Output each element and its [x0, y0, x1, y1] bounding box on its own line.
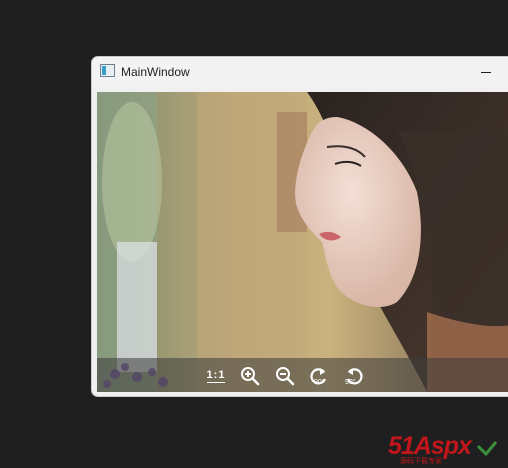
zoom-out-icon — [276, 367, 295, 386]
image-viewer[interactable]: 1:1 90° 90° — [97, 92, 508, 392]
main-window: MainWindow 1:1 90° 90° — [91, 56, 508, 397]
title-bar[interactable]: MainWindow — [92, 57, 508, 88]
viewer-toolbar: 1:1 90° 90° — [97, 358, 508, 392]
zoom-out-button[interactable] — [273, 365, 297, 387]
rotate-left-button[interactable]: 90° — [342, 365, 366, 387]
brand-tagline: 源码下载专家 — [400, 458, 442, 465]
app-window-icon — [100, 64, 115, 77]
zoom-in-button[interactable] — [238, 365, 262, 387]
rotate-left-label: 90° — [345, 379, 356, 386]
actual-size-label: 1:1 — [206, 369, 226, 383]
minimize-button[interactable] — [474, 63, 498, 81]
minimize-icon — [481, 71, 491, 73]
rotate-right-label: 90° — [314, 379, 325, 386]
zoom-in-icon — [241, 367, 260, 386]
portrait-photo — [97, 92, 508, 392]
rotate-right-button[interactable]: 90° — [307, 365, 331, 387]
actual-size-button[interactable]: 1:1 — [203, 365, 229, 387]
51aspx-watermark-logo: 51Aspx 源码下载专家 — [386, 400, 508, 468]
window-title: MainWindow — [121, 65, 190, 79]
